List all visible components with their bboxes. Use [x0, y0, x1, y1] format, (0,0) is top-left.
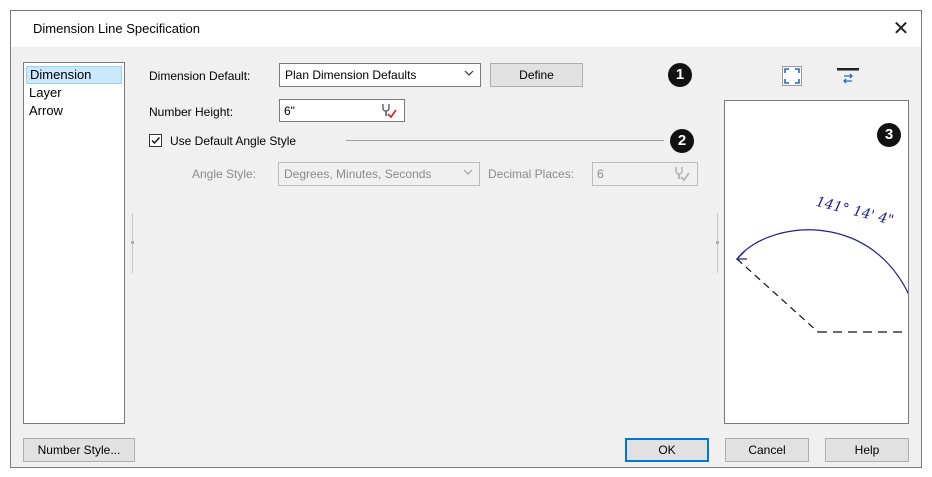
dimension-default-label: Dimension Default: — [149, 69, 251, 83]
wrench-check-icon[interactable] — [380, 102, 398, 120]
number-height-label: Number Height: — [149, 105, 234, 119]
help-button[interactable]: Help — [825, 438, 909, 462]
close-icon[interactable]: ✕ — [889, 17, 913, 41]
decimal-places-value: 6 — [597, 167, 604, 181]
nav-item-dimension[interactable]: Dimension — [26, 66, 122, 84]
angle-style-label: Angle Style: — [192, 167, 257, 181]
cancel-button[interactable]: Cancel — [725, 438, 809, 462]
fill-window-icon[interactable] — [782, 66, 802, 86]
number-height-field[interactable]: 6" — [279, 99, 405, 122]
ok-button[interactable]: OK — [625, 438, 709, 462]
category-list: Dimension Layer Arrow — [23, 62, 125, 424]
dimension-default-value: Plan Dimension Defaults — [285, 68, 417, 82]
decimal-places-field[interactable]: 6 — [592, 162, 698, 186]
angle-style-value: Degrees, Minutes, Seconds — [284, 167, 432, 181]
wrench-check-icon-disabled — [675, 167, 690, 182]
use-default-angle-label: Use Default Angle Style — [170, 134, 297, 148]
number-height-value: 6" — [284, 104, 295, 118]
nav-item-layer[interactable]: Layer — [26, 84, 122, 102]
angle-style-select[interactable]: Degrees, Minutes, Seconds — [278, 162, 480, 186]
right-splitter[interactable] — [716, 213, 719, 273]
number-style-button[interactable]: Number Style... — [23, 438, 135, 462]
angle-dimension-drawing — [735, 229, 908, 333]
preview-panel: 3 141° 14' 4" — [724, 100, 909, 424]
define-button[interactable]: Define — [490, 63, 583, 87]
swap-view-icon[interactable] — [837, 68, 859, 84]
left-splitter[interactable] — [131, 213, 134, 273]
decimal-places-label: Decimal Places: — [488, 167, 575, 181]
chevron-down-icon — [464, 70, 474, 76]
nav-item-arrow[interactable]: Arrow — [26, 102, 122, 120]
dimension-default-select[interactable]: Plan Dimension Defaults — [279, 63, 481, 87]
callout-1: 1 — [668, 63, 692, 87]
use-default-angle-checkbox[interactable] — [149, 134, 162, 147]
callout-2: 2 — [670, 129, 694, 153]
title-bar: Dimension Line Specification ✕ — [11, 11, 921, 47]
dimension-line-specification-dialog: Dimension Line Specification ✕ Dimension… — [10, 10, 922, 468]
window-title: Dimension Line Specification — [33, 21, 200, 36]
chevron-down-icon — [463, 169, 473, 175]
checkmark-icon — [151, 137, 161, 145]
group-divider — [346, 140, 664, 141]
